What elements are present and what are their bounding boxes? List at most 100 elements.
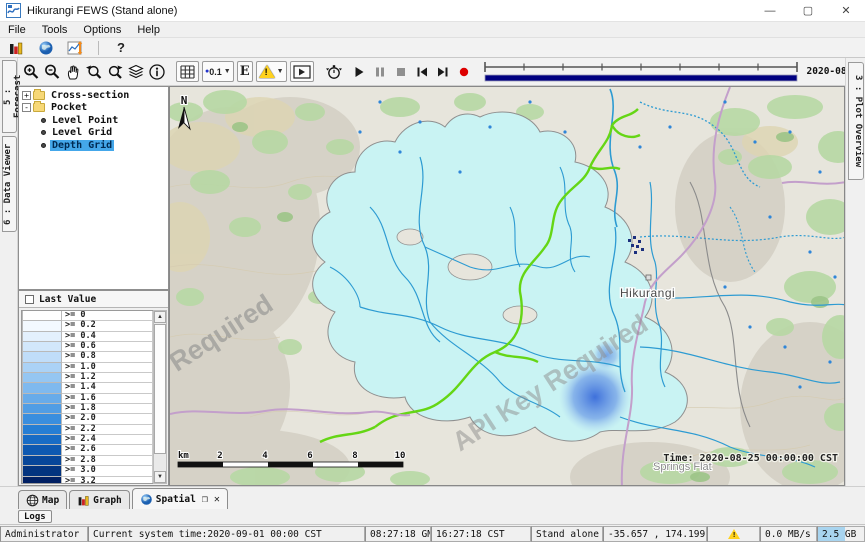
- tab-map[interactable]: Map: [18, 490, 67, 509]
- tree-item-level-grid[interactable]: Level Grid: [19, 127, 168, 140]
- legend-row[interactable]: >= 3.0: [22, 466, 153, 476]
- zoom-out-icon[interactable]: [43, 61, 61, 83]
- main-toolbar: ?: [0, 38, 865, 58]
- app-logo-icon: [6, 3, 21, 18]
- tab-graph[interactable]: Graph: [69, 490, 130, 509]
- legend-panel: Last Value >= 0>= 0.2>= 0.4>= 0.6>= 0.8>…: [18, 290, 169, 486]
- legend-color-swatch: [22, 404, 62, 414]
- timeseries-display-icon[interactable]: [66, 39, 86, 57]
- tree-item-label: Cross-section: [49, 90, 131, 101]
- svg-text:4: 4: [262, 451, 268, 461]
- tree-item-depth-grid[interactable]: Depth Grid: [19, 139, 168, 152]
- grid-display-button[interactable]: [176, 61, 199, 82]
- svg-text:8: 8: [352, 451, 357, 461]
- legend-color-swatch: [22, 363, 62, 373]
- menu-options[interactable]: Options: [75, 24, 129, 36]
- legend-editor-button[interactable]: E: [237, 61, 253, 82]
- legend-row-label: >= 3.2: [62, 477, 153, 485]
- animation-settings-icon[interactable]: [325, 61, 343, 83]
- legend-header: Last Value: [19, 291, 168, 308]
- menu-help[interactable]: Help: [129, 24, 168, 36]
- zoom-in-icon[interactable]: [22, 61, 40, 83]
- warning-icon: [259, 65, 275, 78]
- status-warning-cell[interactable]: [707, 526, 760, 542]
- bullet-icon: [41, 130, 46, 135]
- legend-color-swatch: [22, 477, 62, 485]
- menu-bar: File Tools Options Help: [0, 22, 865, 38]
- svg-text:km: km: [178, 451, 189, 461]
- spatial-map-view[interactable]: API Key Required API Key Required Hikura…: [169, 86, 845, 486]
- map-time-label: Time: 2020-08-25 00:00:00 CST: [663, 452, 838, 464]
- tab-spatial[interactable]: Spatial ❒ ✕: [132, 488, 228, 509]
- zoom-next-icon[interactable]: [106, 61, 124, 83]
- warnings-dropdown-button[interactable]: ▼: [256, 61, 287, 82]
- stop-button[interactable]: [394, 61, 408, 83]
- tab-close-icon[interactable]: ✕: [214, 494, 220, 505]
- pause-button[interactable]: [373, 61, 387, 83]
- close-button[interactable]: ✕: [827, 0, 865, 22]
- expand-icon[interactable]: +: [22, 91, 31, 100]
- info-icon[interactable]: [148, 61, 166, 83]
- tree-item-label-selected: Depth Grid: [50, 140, 114, 151]
- record-movie-button[interactable]: [457, 61, 471, 83]
- scroll-down-icon[interactable]: ▼: [154, 471, 166, 483]
- legend-class-list: >= 0>= 0.2>= 0.4>= 0.6>= 0.8>= 1.0>= 1.2…: [21, 310, 154, 484]
- animation-window-button[interactable]: [290, 61, 314, 82]
- step-to-end-button[interactable]: [436, 61, 450, 83]
- menu-file[interactable]: File: [0, 24, 34, 36]
- legend-scrollbar[interactable]: ▲ ▼: [153, 310, 167, 484]
- logs-panel-icon[interactable]: [6, 39, 26, 57]
- status-transfer-rate: 0.0 MB/s: [760, 526, 817, 542]
- threshold-value: 0.1: [209, 67, 222, 77]
- map-display-globe-icon[interactable]: [36, 39, 56, 57]
- bar-chart-icon: [77, 494, 90, 507]
- status-coordinates: -35.657 , 174.199: [603, 526, 707, 542]
- zoom-previous-icon[interactable]: [85, 61, 103, 83]
- maximize-button[interactable]: ▢: [789, 0, 827, 22]
- legend-row[interactable]: >= 3.2: [22, 477, 153, 485]
- help-button[interactable]: ?: [111, 39, 131, 57]
- play-button[interactable]: [352, 61, 366, 83]
- legend-color-swatch: [22, 425, 62, 435]
- tree-item-pocket[interactable]: - Pocket: [19, 102, 168, 115]
- status-local-time: 16:27:18 CST: [431, 526, 531, 542]
- pan-hand-icon[interactable]: [64, 61, 82, 83]
- legend-color-swatch: [22, 373, 62, 383]
- layers-icon[interactable]: [127, 61, 145, 83]
- town-marker: [646, 275, 651, 280]
- legend-color-swatch: [22, 466, 62, 476]
- timeline-slider[interactable]: [482, 60, 800, 84]
- threshold-value-dropdown[interactable]: ● 0.1 ▼: [202, 61, 234, 82]
- legend-color-swatch: [22, 383, 62, 393]
- status-mode: Stand alone: [531, 526, 603, 542]
- status-system-time: Current system time:2020-09-01 00:00 CST: [88, 526, 365, 542]
- scrollbar-thumb[interactable]: [154, 324, 166, 454]
- menu-tools[interactable]: Tools: [34, 24, 76, 36]
- legend-color-swatch: [22, 456, 62, 466]
- last-value-label: Last Value: [39, 294, 96, 305]
- tab-data-viewer[interactable]: 6 : Data Viewer: [2, 136, 17, 232]
- tab-forecast[interactable]: 5 : Forecast: [2, 60, 17, 133]
- legend-color-swatch: [22, 321, 62, 331]
- tab-spatial-label: Spatial: [156, 494, 196, 505]
- last-value-checkbox[interactable]: [25, 295, 34, 304]
- tree-item-level-point[interactable]: Level Point: [19, 114, 168, 127]
- scroll-up-icon[interactable]: ▲: [154, 311, 166, 323]
- title-bar: Hikurangi FEWS (Stand alone) — ▢ ✕: [0, 0, 865, 22]
- collapse-icon[interactable]: -: [22, 103, 31, 112]
- minimize-button[interactable]: —: [751, 0, 789, 22]
- chevron-down-icon: ▼: [224, 68, 231, 75]
- tree-item-cross-section[interactable]: + Cross-section: [19, 89, 168, 102]
- bottom-tab-bar: Map Graph Spatial ❒ ✕: [0, 486, 865, 509]
- step-to-start-button[interactable]: [415, 61, 429, 83]
- legend-color-swatch: [22, 311, 62, 321]
- tree-item-label: Pocket: [49, 102, 89, 113]
- legend-row-label: >= 3.0: [62, 466, 153, 476]
- legend-color-swatch: [22, 394, 62, 404]
- logs-row: Logs: [0, 509, 865, 524]
- logs-button[interactable]: Logs: [18, 510, 52, 523]
- tab-maximize-icon[interactable]: ❒: [202, 494, 208, 505]
- wire-globe-icon: [26, 494, 39, 507]
- tab-plot-overview[interactable]: 3 : Plot Overview: [848, 62, 864, 180]
- bullet-icon: [41, 143, 46, 148]
